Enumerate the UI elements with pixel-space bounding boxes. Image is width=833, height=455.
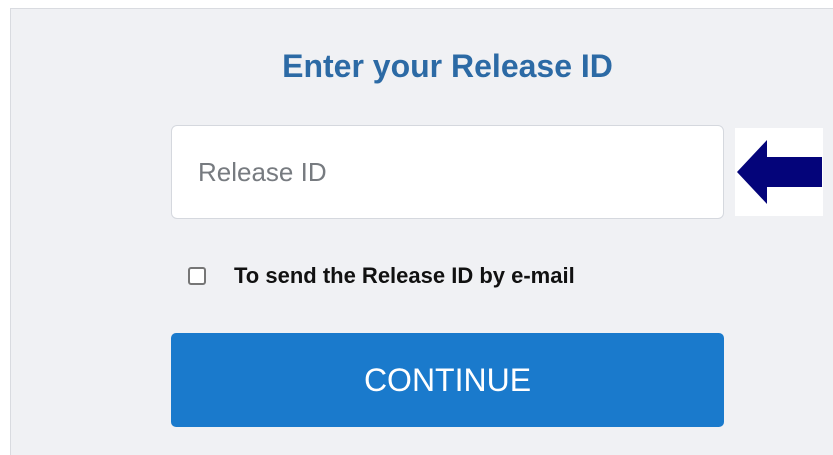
send-by-email-label[interactable]: To send the Release ID by e-mail [234,263,575,289]
send-by-email-checkbox[interactable] [188,267,206,285]
email-option-row: To send the Release ID by e-mail [188,261,575,291]
page-title: Enter your Release ID [282,48,613,84]
release-id-input[interactable] [171,125,724,219]
arrow-left-icon [735,128,823,216]
continue-button[interactable]: CONTINUE [171,333,724,427]
release-id-field-wrapper [171,125,724,219]
